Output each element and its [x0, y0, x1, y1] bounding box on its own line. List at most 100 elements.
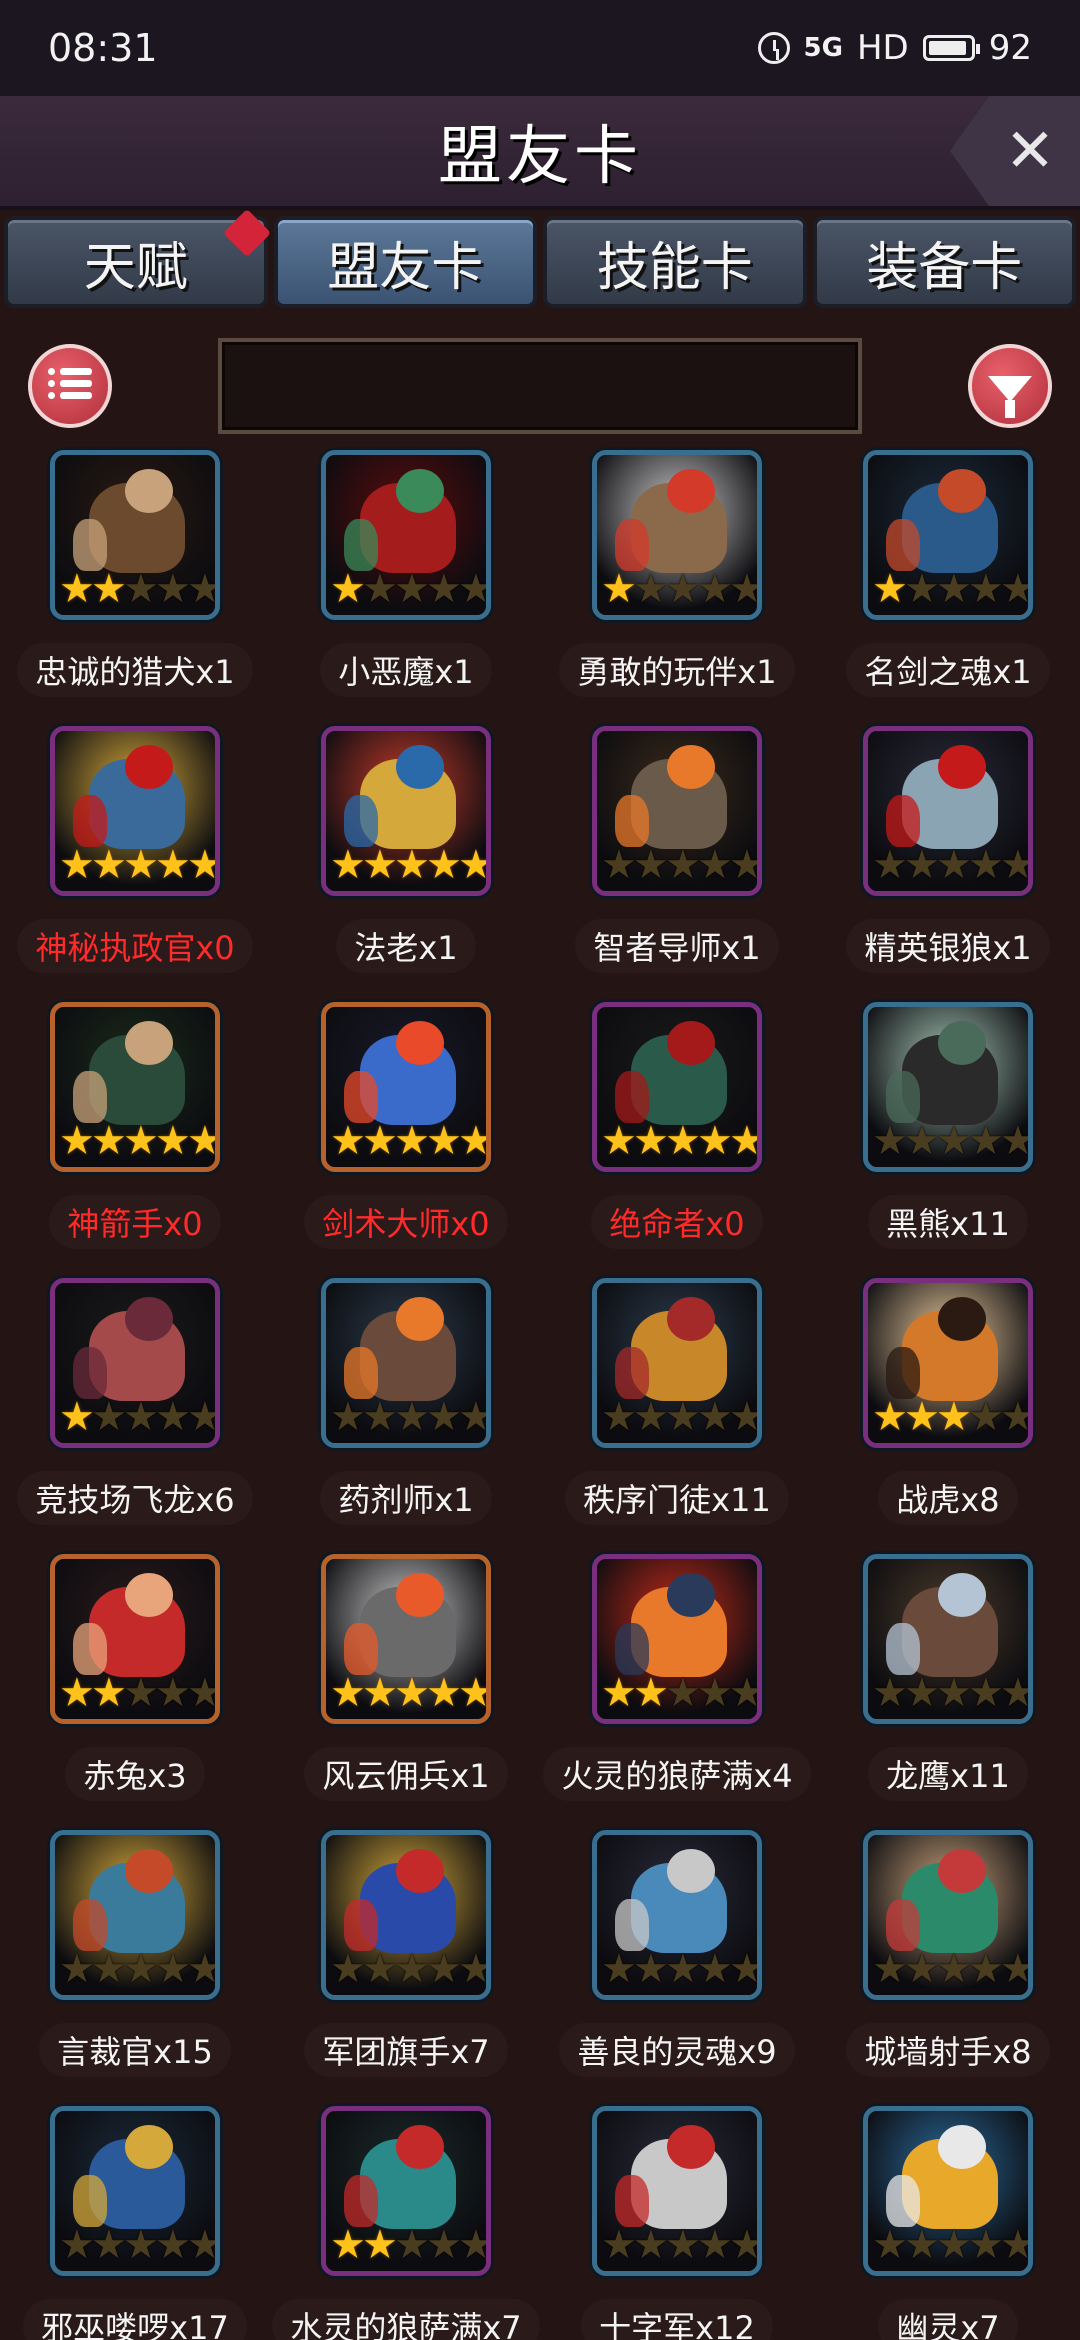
tab-label: 装备卡 — [866, 237, 1023, 298]
battery-percent: 92 — [988, 28, 1032, 68]
star-icon: ★ — [187, 2222, 220, 2268]
star-icon: ★ — [665, 1670, 701, 1716]
ally-card[interactable]: ★ ★ ★ ★ ★ 城墙射手x8 — [813, 1830, 1080, 2105]
star-icon: ★ — [729, 566, 762, 612]
star-icon: ★ — [155, 1394, 191, 1440]
ally-card[interactable]: ★ ★ ★ ★ ★ 风云佣兵x1 — [271, 1554, 541, 1829]
search-input[interactable] — [218, 338, 862, 434]
close-button[interactable]: ✕ — [950, 96, 1080, 206]
filter-button[interactable] — [968, 344, 1052, 428]
ally-portrait: ★ ★ ★ ★ ★ — [50, 726, 220, 896]
ally-card[interactable]: ★ ★ ★ ★ ★ 十字军x12 — [542, 2106, 812, 2340]
tab-label: 技能卡 — [596, 237, 753, 298]
star-icon: ★ — [330, 1670, 366, 1716]
ally-card[interactable]: ★ ★ ★ ★ ★ 龙鹰x11 — [813, 1554, 1080, 1829]
ally-portrait: ★ ★ ★ ★ ★ — [50, 1554, 220, 1724]
star-rating: ★ ★ ★ ★ ★ — [872, 566, 1028, 612]
star-rating: ★ ★ ★ ★ ★ — [59, 1118, 215, 1164]
star-icon: ★ — [426, 2222, 462, 2268]
star-icon: ★ — [872, 1946, 908, 1992]
ally-name-label: 神箭手x0 — [0, 1194, 270, 1250]
star-icon: ★ — [187, 1946, 220, 1992]
ally-portrait: ★ ★ ★ ★ ★ — [321, 1278, 491, 1448]
star-icon: ★ — [904, 1670, 940, 1716]
ally-card[interactable]: ★ ★ ★ ★ ★ 战虎x8 — [813, 1278, 1080, 1553]
star-icon: ★ — [936, 2222, 972, 2268]
star-icon: ★ — [187, 1118, 220, 1164]
ally-name: 邪巫喽啰x17 — [23, 2299, 247, 2340]
ally-card[interactable]: ★ ★ ★ ★ ★ 剑术大师x0 — [271, 1002, 541, 1277]
ally-card[interactable]: ★ ★ ★ ★ ★ 邪巫喽啰x17 — [0, 2106, 270, 2340]
tab-equipment-cards[interactable]: 装备卡 — [812, 216, 1076, 308]
ally-card[interactable]: ★ ★ ★ ★ ★ 幽灵x7 — [813, 2106, 1080, 2340]
ally-name-label: 幽灵x7 — [813, 2298, 1080, 2340]
ally-card[interactable]: ★ ★ ★ ★ ★ 小恶魔x1 — [271, 450, 541, 725]
ally-name-label: 十字军x12 — [542, 2298, 812, 2340]
ally-name: 名剑之魂x1 — [846, 643, 1050, 697]
tab-skill-cards[interactable]: 技能卡 — [543, 216, 807, 308]
star-icon: ★ — [665, 566, 701, 612]
list-icon — [48, 368, 92, 404]
star-icon: ★ — [968, 1946, 1004, 1992]
ally-card[interactable]: ★ ★ ★ ★ ★ 火灵的狼萨满x4 — [542, 1554, 812, 1829]
ally-card[interactable]: ★ ★ ★ ★ ★ 水灵的狼萨满x7 — [271, 2106, 541, 2340]
star-icon: ★ — [968, 1118, 1004, 1164]
ally-card[interactable]: ★ ★ ★ ★ ★ 黑熊x11 — [813, 1002, 1080, 1277]
star-icon: ★ — [123, 1118, 159, 1164]
ally-card[interactable]: ★ ★ ★ ★ ★ 神秘执政官x0 — [0, 726, 270, 1001]
ally-card[interactable]: ★ ★ ★ ★ ★ 忠诚的猎犬x1 — [0, 450, 270, 725]
ally-card[interactable]: ★ ★ ★ ★ ★ 智者导师x1 — [542, 726, 812, 1001]
star-icon: ★ — [633, 1946, 669, 1992]
ally-card[interactable]: ★ ★ ★ ★ ★ 药剂师x1 — [271, 1278, 541, 1553]
ally-card[interactable]: ★ ★ ★ ★ ★ 秩序门徒x11 — [542, 1278, 812, 1553]
ally-card[interactable]: ★ ★ ★ ★ ★ 赤兔x3 — [0, 1554, 270, 1829]
ally-name-label: 绝命者x0 — [542, 1194, 812, 1250]
ally-card[interactable]: ★ ★ ★ ★ ★ 军团旗手x7 — [271, 1830, 541, 2105]
ally-card[interactable]: ★ ★ ★ ★ ★ 神箭手x0 — [0, 1002, 270, 1277]
ally-card[interactable]: ★ ★ ★ ★ ★ 名剑之魂x1 — [813, 450, 1080, 725]
star-icon: ★ — [91, 1118, 127, 1164]
ally-portrait: ★ ★ ★ ★ ★ — [50, 1278, 220, 1448]
ally-card[interactable]: ★ ★ ★ ★ ★ 竞技场飞龙x6 — [0, 1278, 270, 1553]
star-icon: ★ — [968, 566, 1004, 612]
star-icon: ★ — [394, 1946, 430, 1992]
ally-card[interactable]: ★ ★ ★ ★ ★ 言裁官x15 — [0, 1830, 270, 2105]
ally-portrait: ★ ★ ★ ★ ★ — [592, 1554, 762, 1724]
star-icon: ★ — [123, 1394, 159, 1440]
star-icon: ★ — [697, 566, 733, 612]
star-icon: ★ — [458, 1946, 491, 1992]
ally-card[interactable]: ★ ★ ★ ★ ★ 法老x1 — [271, 726, 541, 1001]
ally-card[interactable]: ★ ★ ★ ★ ★ 善良的灵魂x9 — [542, 1830, 812, 2105]
star-rating: ★ ★ ★ ★ ★ — [330, 842, 486, 888]
ally-portrait: ★ ★ ★ ★ ★ — [321, 1002, 491, 1172]
star-icon: ★ — [187, 1670, 220, 1716]
ally-name-label: 邪巫喽啰x17 — [0, 2298, 270, 2340]
star-icon: ★ — [394, 842, 430, 888]
tab-talent[interactable]: 天赋 — [4, 208, 271, 308]
star-icon: ★ — [458, 1394, 491, 1440]
ally-name: 神秘执政官x0 — [17, 919, 253, 973]
ally-card[interactable]: ★ ★ ★ ★ ★ 绝命者x0 — [542, 1002, 812, 1277]
star-icon: ★ — [187, 1394, 220, 1440]
ally-name: 黑熊x11 — [868, 1195, 1028, 1249]
ally-portrait: ★ ★ ★ ★ ★ — [863, 1002, 1033, 1172]
ally-card[interactable]: ★ ★ ★ ★ ★ 勇敢的玩伴x1 — [542, 450, 812, 725]
star-icon: ★ — [426, 842, 462, 888]
ally-card[interactable]: ★ ★ ★ ★ ★ 精英银狼x1 — [813, 726, 1080, 1001]
ally-portrait: ★ ★ ★ ★ ★ — [592, 2106, 762, 2276]
star-rating: ★ ★ ★ ★ ★ — [872, 2222, 1028, 2268]
ally-name-label: 水灵的狼萨满x7 — [271, 2298, 541, 2340]
ally-name-label: 善良的灵魂x9 — [542, 2022, 812, 2078]
star-icon: ★ — [936, 1946, 972, 1992]
ally-name-label: 秩序门徒x11 — [542, 1470, 812, 1526]
list-menu-button[interactable] — [28, 344, 112, 428]
ally-name: 神箭手x0 — [49, 1195, 221, 1249]
hd-indicator: HD — [856, 28, 909, 68]
star-icon: ★ — [123, 566, 159, 612]
star-icon: ★ — [697, 1946, 733, 1992]
ally-portrait: ★ ★ ★ ★ ★ — [321, 1830, 491, 2000]
star-icon: ★ — [59, 1118, 95, 1164]
star-icon: ★ — [665, 1394, 701, 1440]
ally-card-grid: ★ ★ ★ ★ ★ 忠诚的猎犬x1 ★ ★ ★ ★ ★ 小恶魔x1 ★ ★ ★ ★ ★ 勇敢的玩伴x1 ★ ★ ★ ★ ★ 名… — [0, 450, 1080, 2340]
tab-ally-cards[interactable]: 盟友卡 — [273, 216, 537, 308]
